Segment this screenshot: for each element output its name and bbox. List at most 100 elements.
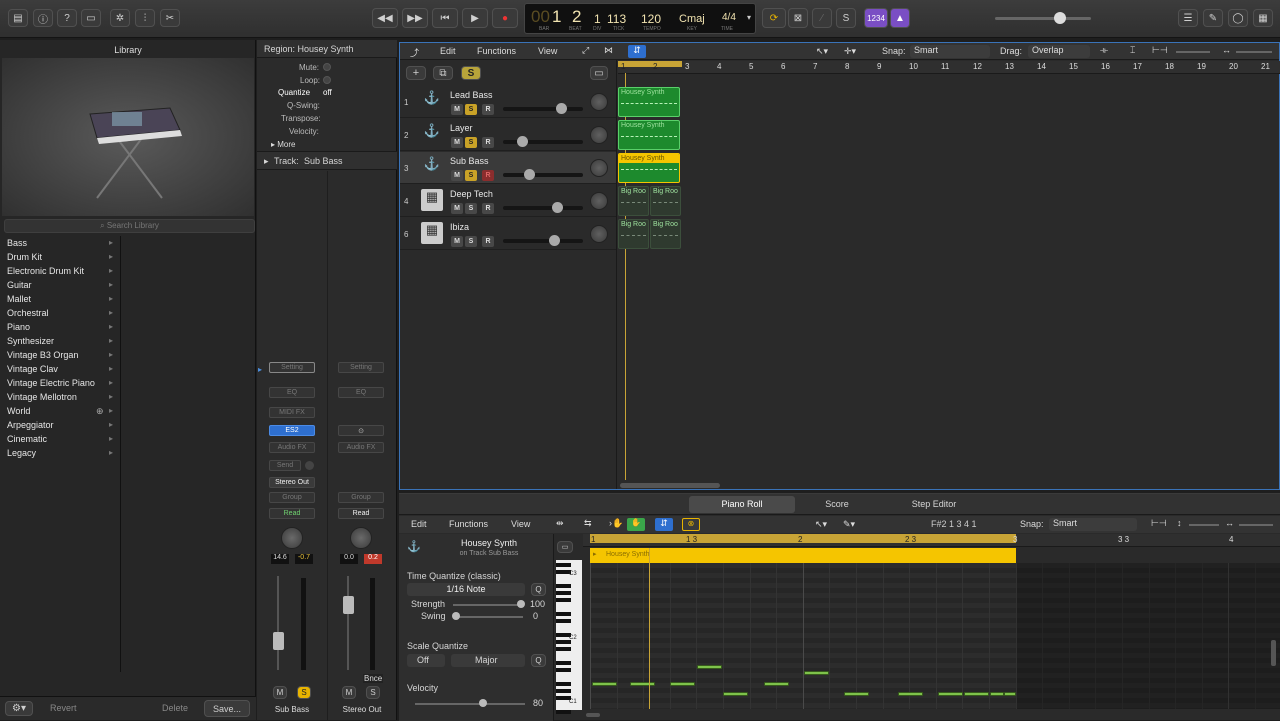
track-mute-button[interactable]: M (451, 236, 463, 247)
mute-checkbox[interactable] (323, 63, 331, 71)
midi-note[interactable] (630, 682, 655, 686)
library-item[interactable]: Bass (7, 238, 27, 248)
black-key[interactable] (556, 598, 571, 602)
track-record-button[interactable]: R (482, 104, 494, 115)
track-name[interactable]: Layer (450, 123, 473, 133)
pr-edit-menu[interactable]: Edit (411, 519, 427, 529)
strip1-audiofx-slot[interactable]: Audio FX (269, 442, 315, 453)
track-name[interactable]: Lead Bass (450, 90, 493, 100)
track-solo-button[interactable]: S (465, 203, 477, 214)
lcd-dropdown-icon[interactable]: ▾ (747, 13, 751, 22)
more-disclosure[interactable]: ▸ More (271, 140, 295, 149)
track-volume-slider[interactable] (503, 107, 583, 111)
pr-vertical-scrollbar[interactable] (1271, 640, 1276, 666)
library-item[interactable]: Arpeggiator (7, 420, 54, 430)
track-region[interactable]: Housey Synth (618, 87, 680, 117)
loop-checkbox[interactable] (323, 76, 331, 84)
black-key[interactable] (556, 612, 571, 616)
midi-in-icon[interactable]: ›✋ (609, 518, 623, 529)
track-region[interactable]: Big Roo (650, 219, 681, 249)
pr-functions-menu[interactable]: Functions (449, 519, 488, 529)
velocity-slider-knob[interactable] (479, 699, 487, 707)
track-mute-button[interactable]: M (451, 104, 463, 115)
horizontal-scrollbar[interactable] (620, 483, 720, 488)
vertical-zoom-slider[interactable] (1176, 51, 1210, 53)
pr-playhead[interactable] (649, 548, 650, 709)
toolbar-icon[interactable]: ▭ (81, 9, 101, 27)
strip1-setting-slot[interactable]: Setting (269, 362, 315, 373)
library-search-input[interactable]: ⌕ Search Library (4, 219, 255, 233)
track-volume-handle[interactable] (517, 136, 528, 147)
track-row[interactable]: 4 ▦ Deep Tech M S R (400, 185, 616, 217)
tab-piano-roll[interactable]: Piano Roll (689, 496, 795, 513)
snap-to-grid-icon[interactable]: ⇵ (628, 45, 646, 58)
track-name[interactable]: Ibiza (450, 222, 469, 232)
library-item[interactable]: Cinematic (7, 434, 47, 444)
track-volume-handle[interactable] (524, 169, 535, 180)
pr-snap-dropdown[interactable]: Smart (1049, 518, 1137, 531)
quantize-dropdown[interactable]: 1/16 Note (407, 583, 525, 596)
midi-note[interactable] (764, 682, 789, 686)
pr-view-menu[interactable]: View (511, 519, 530, 529)
black-key[interactable] (556, 668, 571, 672)
pr-inspector-icon[interactable]: ▭ (557, 541, 573, 553)
strip2-fader[interactable] (343, 596, 354, 614)
lcd-display[interactable]: 00 1 BAR 2 BEAT 1 DIV 113 TICK 120 TEMPO… (524, 3, 756, 34)
track-pan-knob[interactable] (590, 192, 608, 210)
metronome-icon[interactable]: ▲ (890, 8, 910, 28)
track-pan-knob[interactable] (590, 159, 608, 177)
world-download-icon[interactable]: ⊕ (96, 406, 104, 417)
strength-slider[interactable] (453, 604, 523, 606)
library-item[interactable]: Electronic Drum Kit (7, 266, 84, 276)
track-pan-knob[interactable] (590, 225, 608, 243)
scale-q-button[interactable]: Q (531, 654, 546, 667)
track-record-button[interactable]: R (482, 236, 494, 247)
black-key[interactable] (556, 619, 571, 623)
track-row[interactable]: 6 ▦ Ibiza M S R (400, 218, 616, 250)
tab-score[interactable]: Score (797, 499, 877, 509)
track-solo-button[interactable]: S (465, 104, 477, 115)
library-item[interactable]: Legacy (7, 448, 36, 458)
forward-icon[interactable]: ▶▶ (402, 8, 428, 28)
track-volume-handle[interactable] (555, 103, 567, 114)
back-icon[interactable]: ⤴ (410, 46, 419, 59)
track-solo-button[interactable]: S (465, 137, 477, 148)
midi-note[interactable] (697, 665, 722, 669)
library-item[interactable]: Vintage B3 Organ (7, 350, 78, 360)
replace-icon[interactable]: ⊠ (788, 8, 808, 28)
midi-note[interactable] (898, 692, 923, 696)
midi-note[interactable] (964, 692, 989, 696)
strip2-link-icon[interactable]: ⊙ (338, 425, 384, 436)
track-solo-button[interactable]: S (465, 170, 477, 181)
track-volume-handle[interactable] (552, 202, 563, 213)
add-track-icon[interactable]: + (406, 66, 426, 80)
strip1-eq-slot[interactable]: EQ (269, 387, 315, 398)
black-key[interactable] (556, 682, 571, 686)
rewind-icon[interactable]: ◀◀ (372, 8, 398, 28)
pr-vertical-zoom-slider[interactable] (1189, 524, 1219, 526)
midi-note[interactable] (670, 682, 695, 686)
track-region[interactable]: Housey Synth (618, 120, 680, 150)
pr-fit-icon[interactable]: ⊢⊣ (1151, 518, 1167, 529)
secondary-tool-icon[interactable]: ✛▾ (844, 46, 856, 57)
pr-pointer-tool-icon[interactable]: ↖▾ (815, 519, 827, 530)
track-solo-button[interactable]: S (465, 236, 477, 247)
bounce-button[interactable]: Bnce (363, 674, 384, 683)
play-icon[interactable]: ▶ (462, 8, 488, 28)
master-volume-knob[interactable] (1054, 12, 1066, 24)
track-volume-handle[interactable] (548, 235, 560, 246)
strip2-eq-slot[interactable]: EQ (338, 387, 384, 398)
delete-button[interactable]: Delete (162, 703, 188, 713)
strip2-pan-knob[interactable] (350, 527, 372, 549)
smart-controls-icon[interactable]: ✲ (110, 9, 130, 27)
pr-horizontal-zoom-icon[interactable]: ↔ (1225, 518, 1234, 528)
strip1-group-slot[interactable]: Group (269, 492, 315, 503)
track-pan-knob[interactable] (590, 126, 608, 144)
strip1-automation-slot[interactable]: Read (269, 508, 315, 519)
strength-slider-knob[interactable] (517, 600, 525, 608)
library-item[interactable]: Vintage Mellotron (7, 392, 77, 402)
horizontal-zoom-slider[interactable] (1236, 51, 1272, 53)
track-region[interactable]: Housey Synth (618, 153, 680, 183)
track-name[interactable]: Deep Tech (450, 189, 493, 199)
master-volume-slider[interactable] (995, 17, 1091, 20)
